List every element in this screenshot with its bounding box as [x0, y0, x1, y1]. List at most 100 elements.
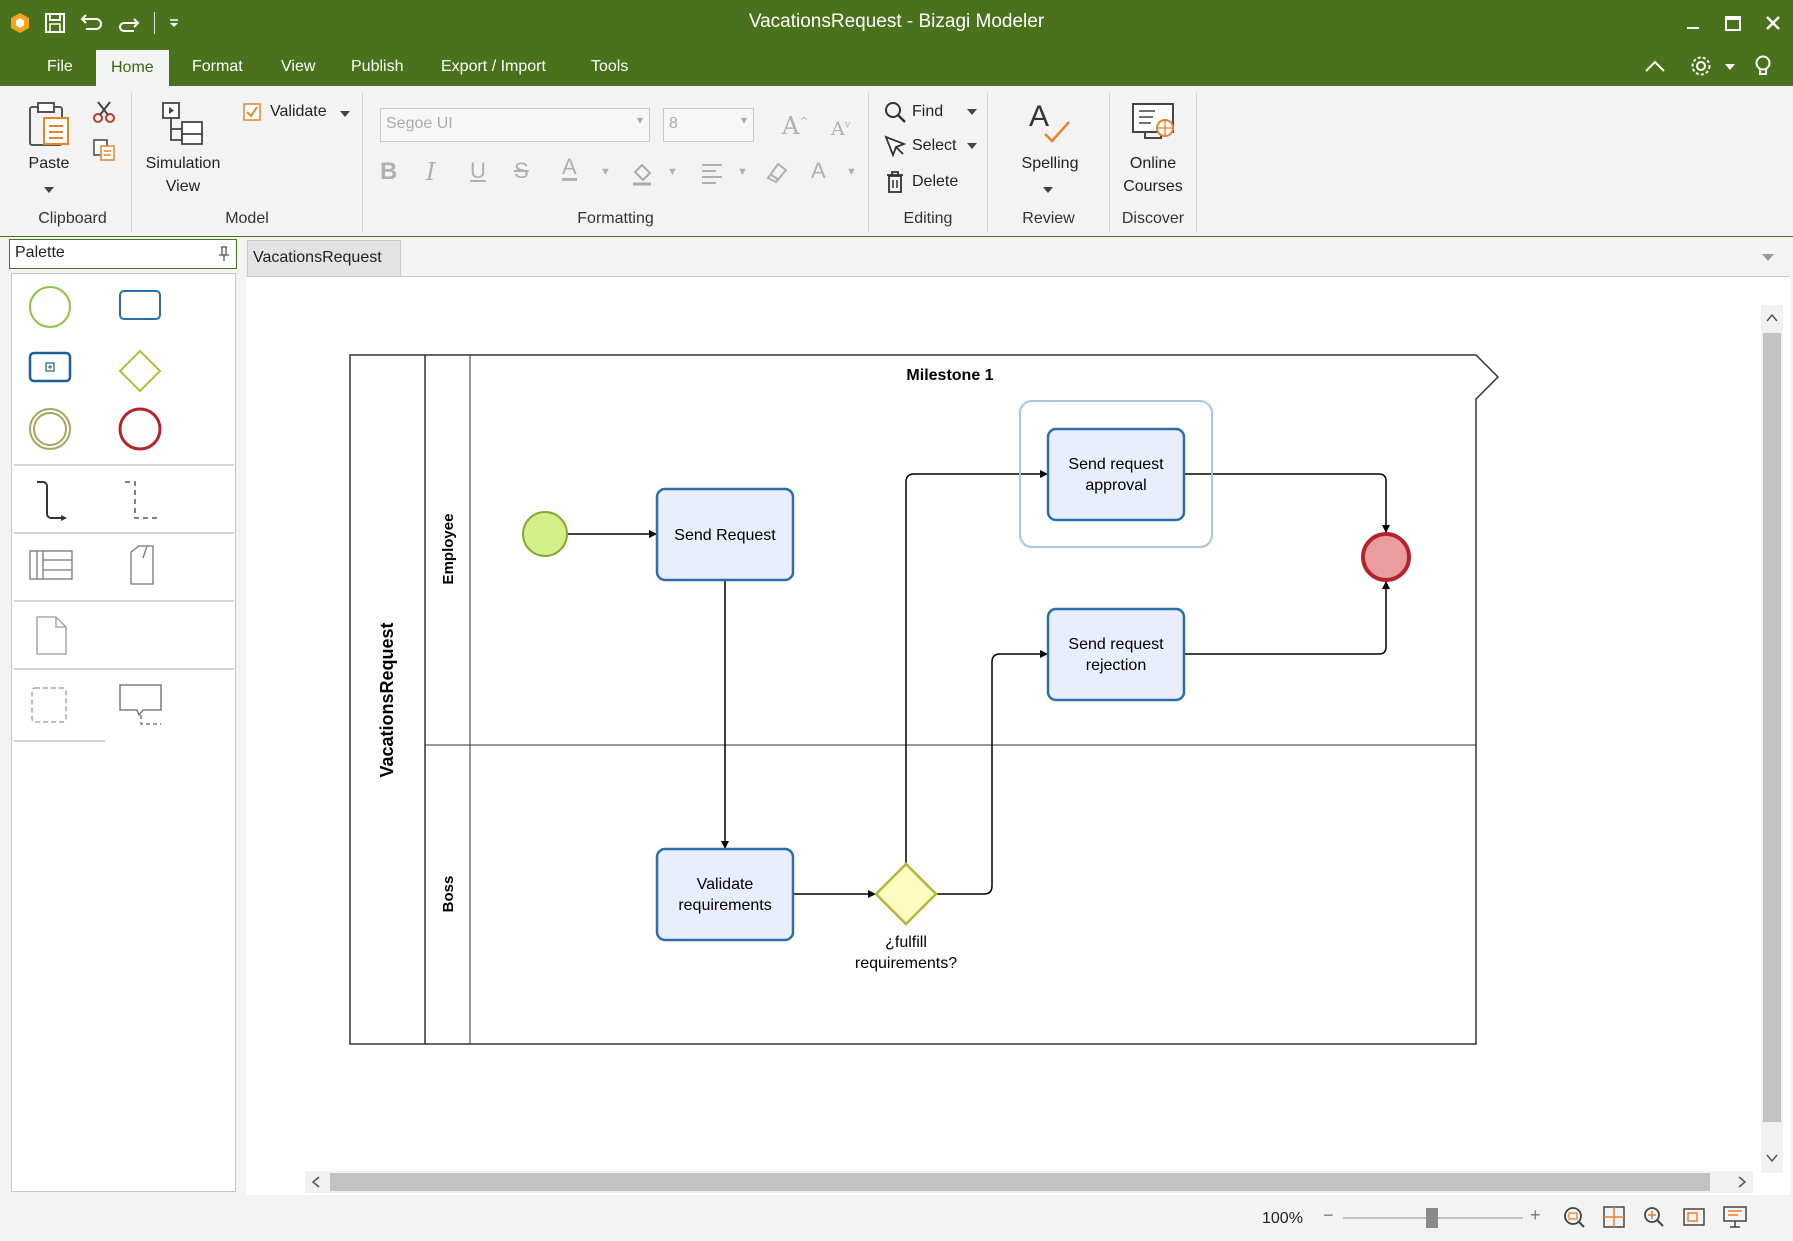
overview-icon[interactable]	[1682, 1205, 1706, 1229]
lane-label-boss[interactable]: Boss	[440, 876, 457, 913]
start-event-tool-icon[interactable]	[27, 284, 73, 330]
diagram-canvas[interactable]: VacationsRequest Employee Boss Milestone…	[246, 277, 1790, 1206]
presentation-mode-icon[interactable]	[1722, 1205, 1748, 1229]
start-event[interactable]	[522, 511, 568, 557]
simulation-view-icon[interactable]	[160, 100, 206, 146]
strikethrough-icon[interactable]: S	[514, 158, 529, 184]
validate-button[interactable]: Validate	[270, 100, 327, 123]
fill-color-icon[interactable]	[630, 160, 656, 186]
clear-format-icon[interactable]	[764, 160, 790, 186]
data-store-tool-icon[interactable]	[127, 544, 163, 590]
maximize-icon[interactable]	[1713, 0, 1753, 46]
pool-lane-tool-icon[interactable]	[27, 546, 77, 586]
paste-icon[interactable]	[27, 100, 71, 148]
shrink-font-icon[interactable]: Av	[831, 118, 850, 140]
menu-home[interactable]: Home	[96, 50, 169, 86]
font-size-select[interactable]: 8 ▾	[663, 108, 754, 142]
task-tool-icon[interactable]	[117, 288, 163, 324]
end-event[interactable]	[1361, 532, 1411, 582]
italic-icon[interactable]: I	[426, 158, 435, 186]
underline-icon[interactable]: U	[470, 158, 486, 184]
vertical-scrollbar[interactable]	[1761, 305, 1783, 1173]
find-search-icon[interactable]	[883, 100, 907, 124]
pool-label[interactable]: VacationsRequest	[377, 622, 397, 777]
delete-trash-icon[interactable]	[885, 170, 905, 194]
gateway-label-1[interactable]: ¿fulfill	[885, 934, 927, 951]
zoom-out-icon[interactable]: −	[1323, 1205, 1334, 1226]
lightbulb-icon[interactable]	[1754, 54, 1772, 78]
gateway-tool-icon[interactable]	[117, 348, 163, 394]
validate-check-icon[interactable]	[242, 102, 262, 122]
collapse-ribbon-icon[interactable]	[1643, 58, 1667, 74]
horizontal-scroll-thumb[interactable]	[330, 1173, 1710, 1191]
vertical-scroll-thumb[interactable]	[1763, 333, 1781, 1122]
delete-button[interactable]: Delete	[912, 170, 958, 193]
gateway-label-2[interactable]: requirements?	[855, 955, 957, 972]
menu-publish[interactable]: Publish	[336, 46, 418, 86]
menu-file[interactable]: File	[32, 46, 88, 86]
zoom-slider-thumb[interactable]	[1426, 1208, 1438, 1228]
online-courses-icon[interactable]	[1131, 102, 1177, 144]
spelling-button[interactable]: Spelling	[1005, 152, 1095, 175]
zoom-in-icon[interactable]: +	[1530, 1205, 1541, 1226]
online-courses-button[interactable]: Online Courses	[1110, 152, 1196, 198]
menu-export-import[interactable]: Export / Import	[426, 46, 561, 86]
menu-format[interactable]: Format	[177, 46, 258, 86]
fit-page-icon[interactable]	[1602, 1205, 1626, 1229]
scroll-left-icon[interactable]	[311, 1176, 321, 1188]
horizontal-scrollbar[interactable]	[305, 1171, 1753, 1193]
task-send-request[interactable]: Send Request	[655, 487, 795, 582]
grow-font-icon[interactable]: A^	[782, 112, 809, 140]
milestone-label[interactable]: Milestone 1	[906, 367, 993, 384]
scroll-right-icon[interactable]	[1737, 1176, 1747, 1188]
document-tab[interactable]: VacationsRequest	[247, 240, 401, 276]
settings-dropdown-icon[interactable]	[1724, 62, 1736, 72]
menu-view[interactable]: View	[266, 46, 330, 86]
validate-dropdown-icon[interactable]	[339, 110, 351, 118]
annotation-tool-icon[interactable]	[117, 682, 171, 728]
chevron-down-icon[interactable]: ▼	[667, 166, 678, 178]
association-tool-icon[interactable]	[117, 478, 167, 524]
settings-gear-icon[interactable]	[1688, 54, 1714, 78]
font-color-icon[interactable]: A	[562, 156, 577, 181]
bold-icon[interactable]: B	[380, 158, 397, 186]
select-cursor-icon[interactable]	[883, 134, 907, 158]
menu-tools[interactable]: Tools	[576, 46, 643, 86]
cut-icon[interactable]	[92, 100, 116, 124]
simulation-view-button[interactable]: Simulation View	[134, 152, 232, 198]
tab-list-dropdown-icon[interactable]	[1760, 252, 1776, 264]
copy-icon[interactable]	[92, 138, 116, 162]
paste-button[interactable]: Paste	[20, 152, 78, 175]
lane-label-employee[interactable]: Employee	[440, 514, 457, 585]
sequence-flow-tool-icon[interactable]	[27, 478, 77, 524]
simulation-label-1: Simulation	[145, 155, 221, 172]
select-dropdown-icon[interactable]	[966, 142, 978, 150]
scroll-down-icon[interactable]	[1766, 1153, 1778, 1163]
zoom-fit-icon[interactable]	[1562, 1205, 1586, 1229]
end-event-tool-icon[interactable]	[117, 406, 163, 452]
close-icon[interactable]	[1753, 0, 1793, 46]
group-tool-icon[interactable]	[27, 682, 73, 728]
select-button[interactable]: Select	[912, 134, 956, 157]
find-dropdown-icon[interactable]	[966, 108, 978, 116]
paste-dropdown-icon[interactable]	[43, 186, 55, 194]
spelling-icon[interactable]: A	[1027, 98, 1073, 146]
find-button[interactable]: Find	[912, 100, 943, 123]
chevron-down-icon[interactable]: ▼	[600, 166, 611, 178]
spelling-dropdown-icon[interactable]	[1042, 186, 1054, 194]
pin-icon[interactable]	[218, 246, 230, 262]
chevron-down-icon[interactable]: ▼	[846, 166, 857, 178]
text-style-icon[interactable]: A	[811, 158, 826, 184]
font-family-select[interactable]: Segoe UI ▾	[380, 108, 650, 142]
task-validate-requirements[interactable]: Validate requirements	[655, 847, 795, 942]
minimize-icon[interactable]	[1673, 0, 1713, 46]
data-object-tool-icon[interactable]	[32, 614, 72, 660]
align-icon[interactable]	[700, 162, 724, 184]
scroll-up-icon[interactable]	[1766, 313, 1778, 323]
task-send-request-rejection[interactable]: Send request rejection	[1046, 607, 1186, 702]
chevron-down-icon[interactable]: ▼	[737, 166, 748, 178]
task-send-request-approval[interactable]: Send request approval	[1046, 427, 1186, 522]
subprocess-tool-icon[interactable]	[27, 350, 73, 386]
intermediate-event-tool-icon[interactable]	[27, 406, 73, 452]
zoom-area-icon[interactable]	[1642, 1205, 1666, 1229]
